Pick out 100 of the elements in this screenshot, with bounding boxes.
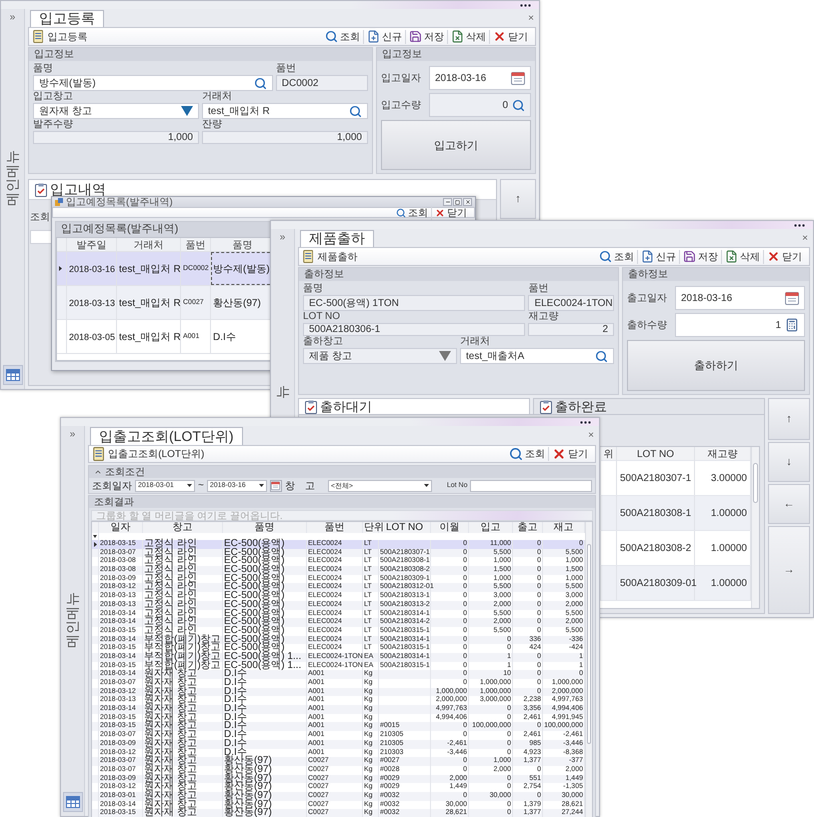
search-icon bbox=[396, 208, 406, 218]
field-label: 거래처 bbox=[202, 91, 232, 103]
more-icon[interactable] bbox=[580, 420, 591, 424]
input-field[interactable]: 방수제(발동) bbox=[33, 75, 273, 91]
more-icon[interactable] bbox=[794, 224, 805, 226]
scrollbar[interactable] bbox=[751, 447, 759, 608]
table-cell: 500A2180307-1 bbox=[617, 461, 695, 495]
input-field[interactable]: DC0002 bbox=[276, 75, 368, 91]
more-icon[interactable] bbox=[520, 4, 531, 6]
document-tab[interactable]: 입고등록 bbox=[30, 10, 104, 27]
date-field[interactable]: 2018-03-16 bbox=[675, 286, 805, 310]
input-field[interactable]: 500A2180306-1 bbox=[303, 323, 526, 336]
side-menu-label[interactable]: 뉴 bbox=[274, 385, 292, 399]
calendar-icon[interactable] bbox=[785, 291, 799, 305]
search-icon[interactable] bbox=[254, 76, 267, 90]
shortcut-button[interactable] bbox=[2, 365, 22, 385]
date-field[interactable]: 2018-03-16 bbox=[429, 66, 531, 90]
search-icon[interactable] bbox=[512, 98, 525, 112]
new-button[interactable]: 신규 bbox=[637, 250, 679, 264]
search-icon bbox=[509, 447, 523, 461]
save-button[interactable]: 저장 bbox=[679, 250, 721, 264]
form-title: 제품출하 bbox=[317, 250, 358, 264]
calculator-icon[interactable] bbox=[785, 318, 799, 332]
move-button[interactable]: ↑ bbox=[500, 179, 536, 219]
dialog-title: 입고예정목록(발주내역) bbox=[66, 196, 173, 209]
minimize-button[interactable] bbox=[443, 198, 452, 206]
field-label: 품번 bbox=[528, 283, 548, 295]
input-field[interactable]: 1 bbox=[675, 313, 805, 337]
document-tab[interactable]: 제품출하 bbox=[300, 230, 374, 247]
document-tab[interactable]: 입출고조회(LOT단위) bbox=[90, 427, 243, 445]
group-by-hint: 그룹화 할 열 머리글을 여기로 끌어옵니다. bbox=[91, 510, 593, 521]
dropdown-arrow-icon[interactable] bbox=[181, 106, 193, 116]
tab[interactable]: 출하대기 bbox=[298, 398, 530, 414]
search-icon[interactable] bbox=[595, 350, 608, 362]
field-label: 입고수량 bbox=[381, 99, 422, 112]
tab[interactable]: 출하완료 bbox=[533, 398, 765, 414]
scrollbar-thumb[interactable] bbox=[753, 463, 758, 503]
input-field[interactable]: 1,000 bbox=[33, 131, 199, 144]
action-button[interactable]: 입고하기 bbox=[381, 120, 531, 170]
close-button[interactable]: 닫기 bbox=[489, 30, 531, 44]
group-title: 출하정보 bbox=[623, 268, 809, 281]
input-field[interactable]: EC-500(용액) 1TON bbox=[303, 295, 526, 311]
search-button[interactable]: 조회 bbox=[393, 206, 431, 220]
search-button[interactable]: 조회 bbox=[322, 30, 363, 44]
caret-icon bbox=[258, 484, 264, 487]
move-button[interactable]: → bbox=[768, 526, 810, 614]
grid-icon bbox=[6, 369, 20, 381]
move-button[interactable]: ↑ bbox=[768, 398, 810, 440]
save-button[interactable]: 저장 bbox=[405, 30, 447, 44]
scrollbar-thumb[interactable] bbox=[587, 544, 591, 744]
move-button[interactable]: ↓ bbox=[768, 442, 810, 482]
side-menu-label[interactable]: 메인메뉴 bbox=[64, 592, 82, 648]
action-button[interactable]: 출하하기 bbox=[627, 340, 805, 391]
input-field[interactable]: test_매출처A bbox=[460, 348, 614, 364]
table-cell: test_매입처 R bbox=[117, 320, 181, 353]
form-title: 입고등록 bbox=[47, 30, 88, 44]
table-cell: 500A2180308-2 bbox=[617, 531, 695, 565]
search-icon bbox=[325, 30, 338, 43]
move-button[interactable]: ← bbox=[768, 484, 810, 524]
calendar-icon[interactable] bbox=[511, 71, 525, 85]
table-cell: 2018-03-13 bbox=[67, 286, 117, 319]
close-button[interactable] bbox=[463, 198, 472, 206]
close-tab-button[interactable]: × bbox=[800, 232, 810, 244]
close-button[interactable]: 닫기 bbox=[548, 447, 591, 461]
field-label: 조회일자 bbox=[92, 480, 132, 492]
panel-title: 입고내역 bbox=[50, 180, 106, 198]
close-tab-button[interactable]: × bbox=[526, 12, 536, 24]
table-cell: 황산동(97) bbox=[223, 809, 307, 817]
search-button[interactable]: 조회 bbox=[596, 250, 637, 264]
expand-button[interactable]: » bbox=[62, 426, 84, 442]
field-label: 품번 bbox=[276, 63, 296, 75]
close-tab-button[interactable]: × bbox=[586, 430, 596, 441]
input-field[interactable]: 1,000 bbox=[202, 131, 368, 144]
side-menu-label[interactable]: 메인메뉴 bbox=[4, 150, 22, 206]
input-field[interactable] bbox=[470, 480, 592, 492]
search-icon[interactable] bbox=[349, 104, 362, 118]
input-field[interactable]: 2 bbox=[528, 323, 614, 336]
dropdown-field[interactable]: 원자재 창고 bbox=[33, 103, 199, 119]
new-button[interactable]: 신규 bbox=[363, 30, 405, 44]
field-label: 재고량 bbox=[528, 311, 558, 323]
input-field[interactable]: 0 bbox=[429, 93, 531, 117]
expand-button[interactable]: » bbox=[2, 9, 24, 25]
input-field[interactable]: test_매입처 R bbox=[202, 103, 368, 119]
search-button[interactable]: 조회 bbox=[506, 447, 548, 461]
range-separator: ~ bbox=[198, 480, 204, 491]
field-label: 품명 bbox=[303, 283, 323, 295]
delete-document-icon bbox=[725, 250, 738, 263]
new-document-icon bbox=[367, 30, 380, 43]
field-label: 잔량 bbox=[202, 119, 222, 131]
shortcut-button[interactable] bbox=[62, 792, 82, 812]
input-field[interactable]: ELEC0024-1TON bbox=[528, 295, 614, 311]
delete-button[interactable]: 삭제 bbox=[447, 30, 489, 44]
close-button[interactable]: 닫기 bbox=[763, 250, 805, 264]
filter-icon[interactable] bbox=[93, 535, 97, 538]
scrollbar[interactable] bbox=[585, 522, 592, 817]
collapse-icon[interactable] bbox=[94, 468, 102, 476]
field-label: LOT NO bbox=[303, 311, 340, 323]
maximize-button[interactable] bbox=[453, 198, 462, 206]
delete-button[interactable]: 삭제 bbox=[721, 250, 763, 264]
group-title: 출하정보 bbox=[299, 268, 618, 281]
